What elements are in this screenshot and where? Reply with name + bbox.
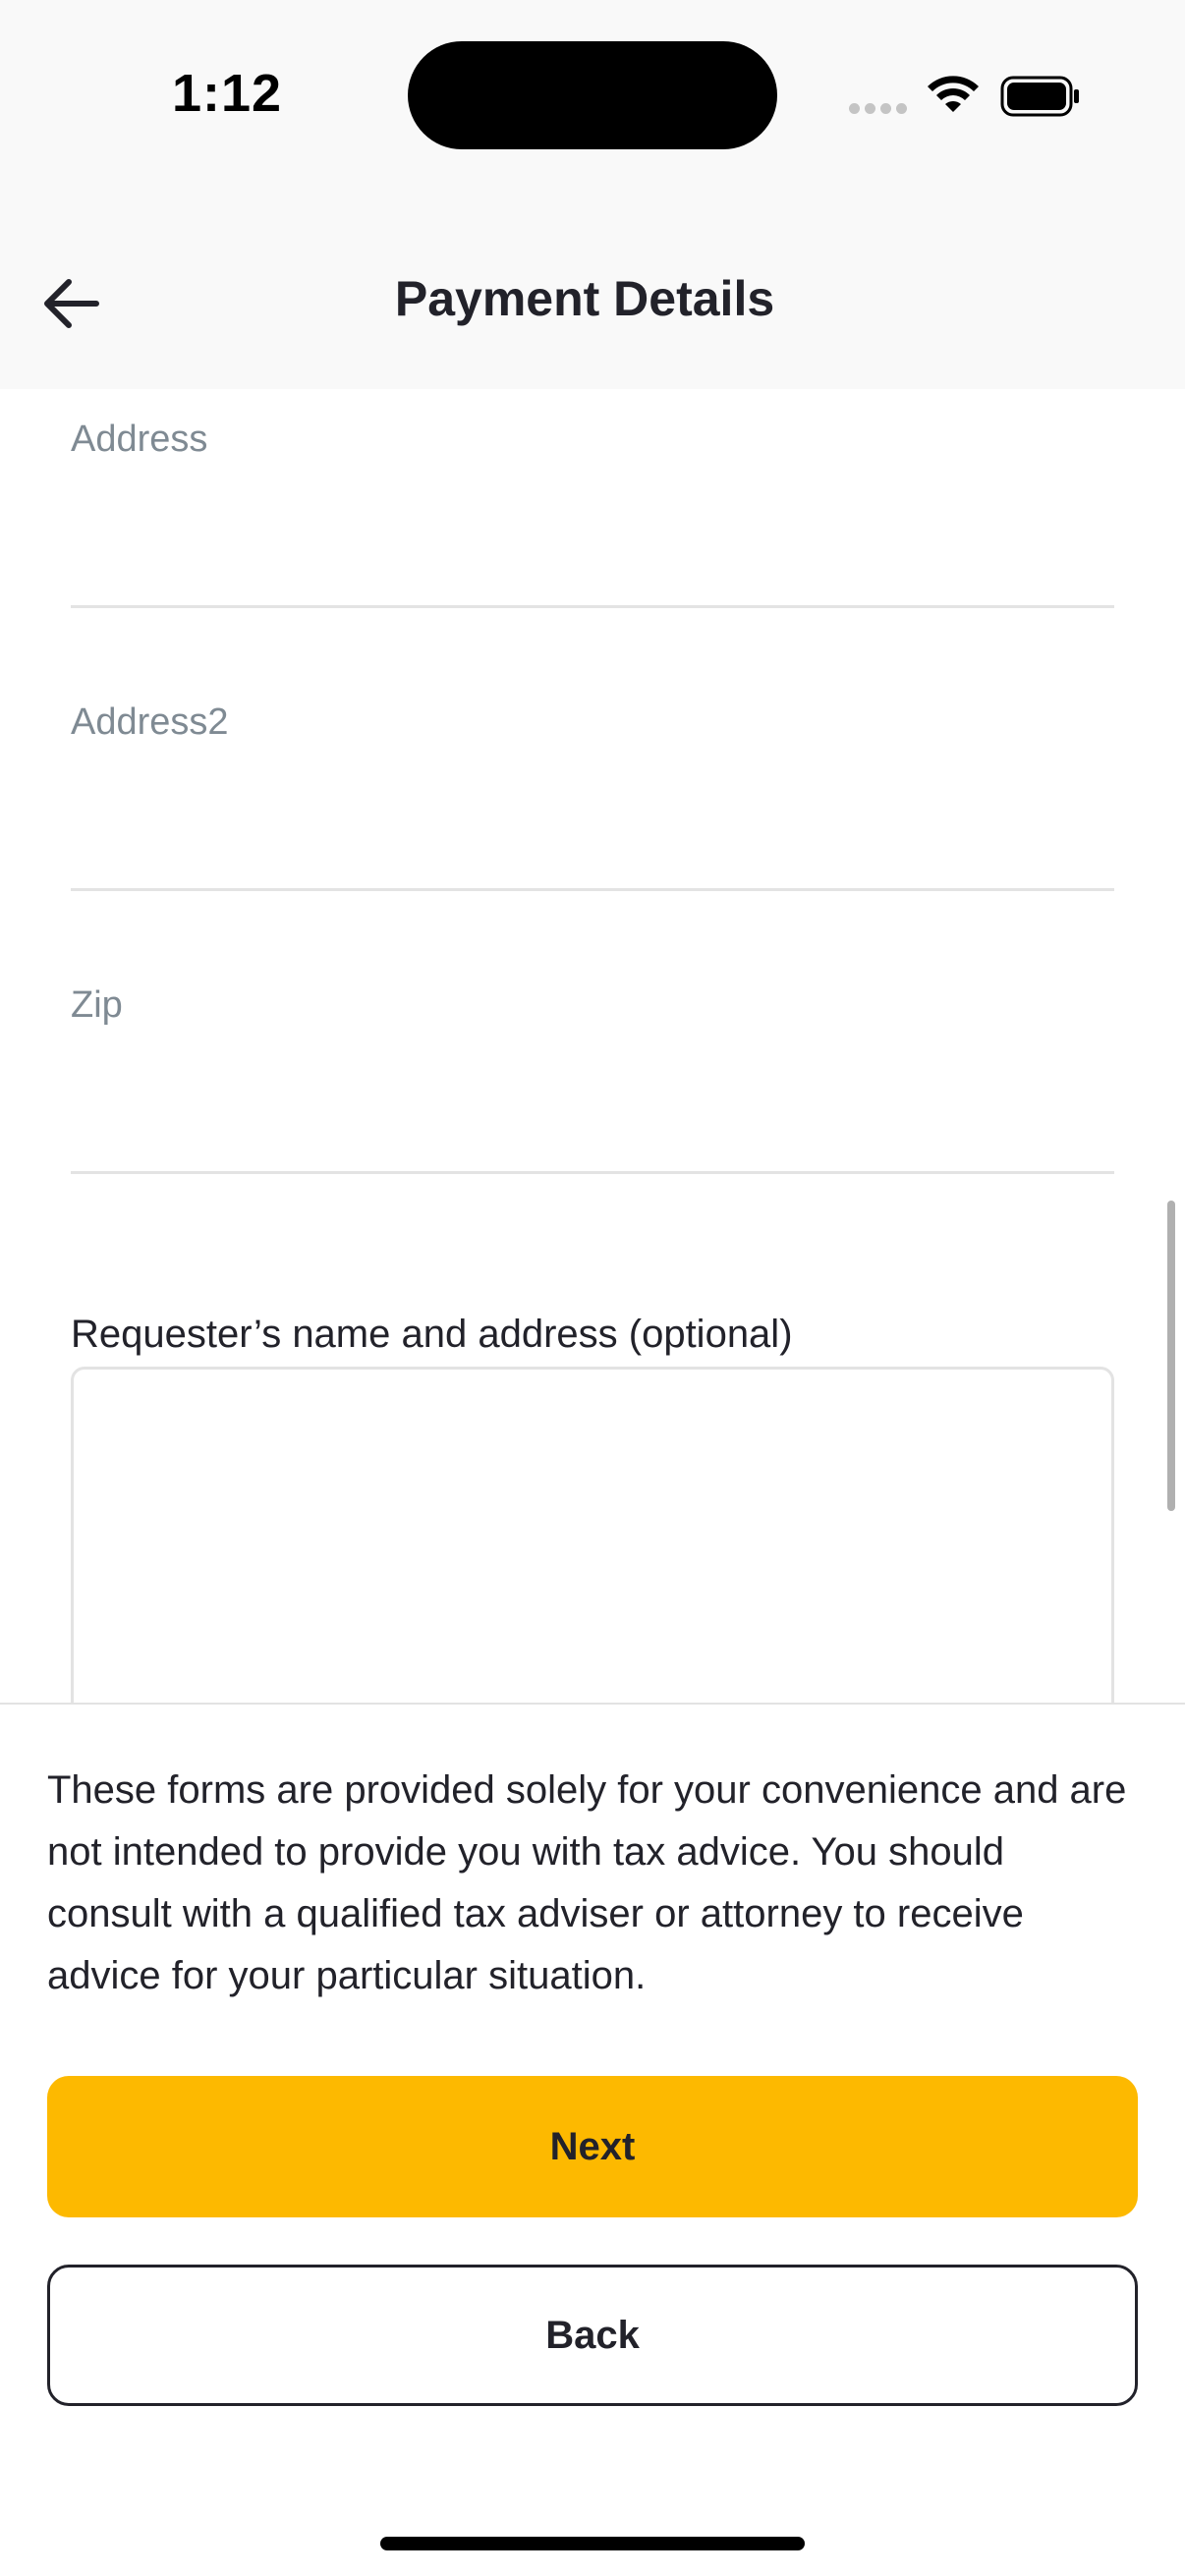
home-indicator: [380, 2537, 805, 2550]
back-button[interactable]: Back: [47, 2265, 1138, 2406]
address-underline: [71, 605, 1114, 608]
address-label: Address: [71, 419, 208, 460]
zip-field[interactable]: Zip: [71, 955, 1114, 1174]
address2-label: Address2: [71, 701, 229, 743]
address2-field[interactable]: Address2: [71, 672, 1114, 891]
requester-label: Requester’s name and address (optional): [71, 1313, 793, 1356]
payment-form: Address Address2 Zip Requester’s name an…: [0, 389, 1185, 1703]
tax-disclaimer: These forms are provided solely for your…: [47, 1768, 1127, 1997]
zip-label: Zip: [71, 984, 123, 1026]
address2-underline: [71, 888, 1114, 891]
status-time: 1:12: [172, 64, 283, 123]
wifi-icon: [928, 76, 979, 112]
status-bar: 1:12: [0, 0, 1185, 196]
battery-icon: [1000, 76, 1079, 117]
scrollbar[interactable]: [1167, 1201, 1175, 1511]
dynamic-island: [408, 41, 777, 149]
navigation-bar: Payment Details: [0, 196, 1185, 389]
cellular-signal-icon: [849, 103, 907, 114]
zip-underline: [71, 1171, 1114, 1174]
page-title: Payment Details: [394, 271, 775, 326]
next-button[interactable]: Next: [47, 2076, 1138, 2217]
requester-textarea[interactable]: [71, 1367, 1114, 1703]
address-field[interactable]: Address: [71, 389, 1114, 608]
footer-panel: These forms are provided solely for your…: [0, 1703, 1185, 2576]
